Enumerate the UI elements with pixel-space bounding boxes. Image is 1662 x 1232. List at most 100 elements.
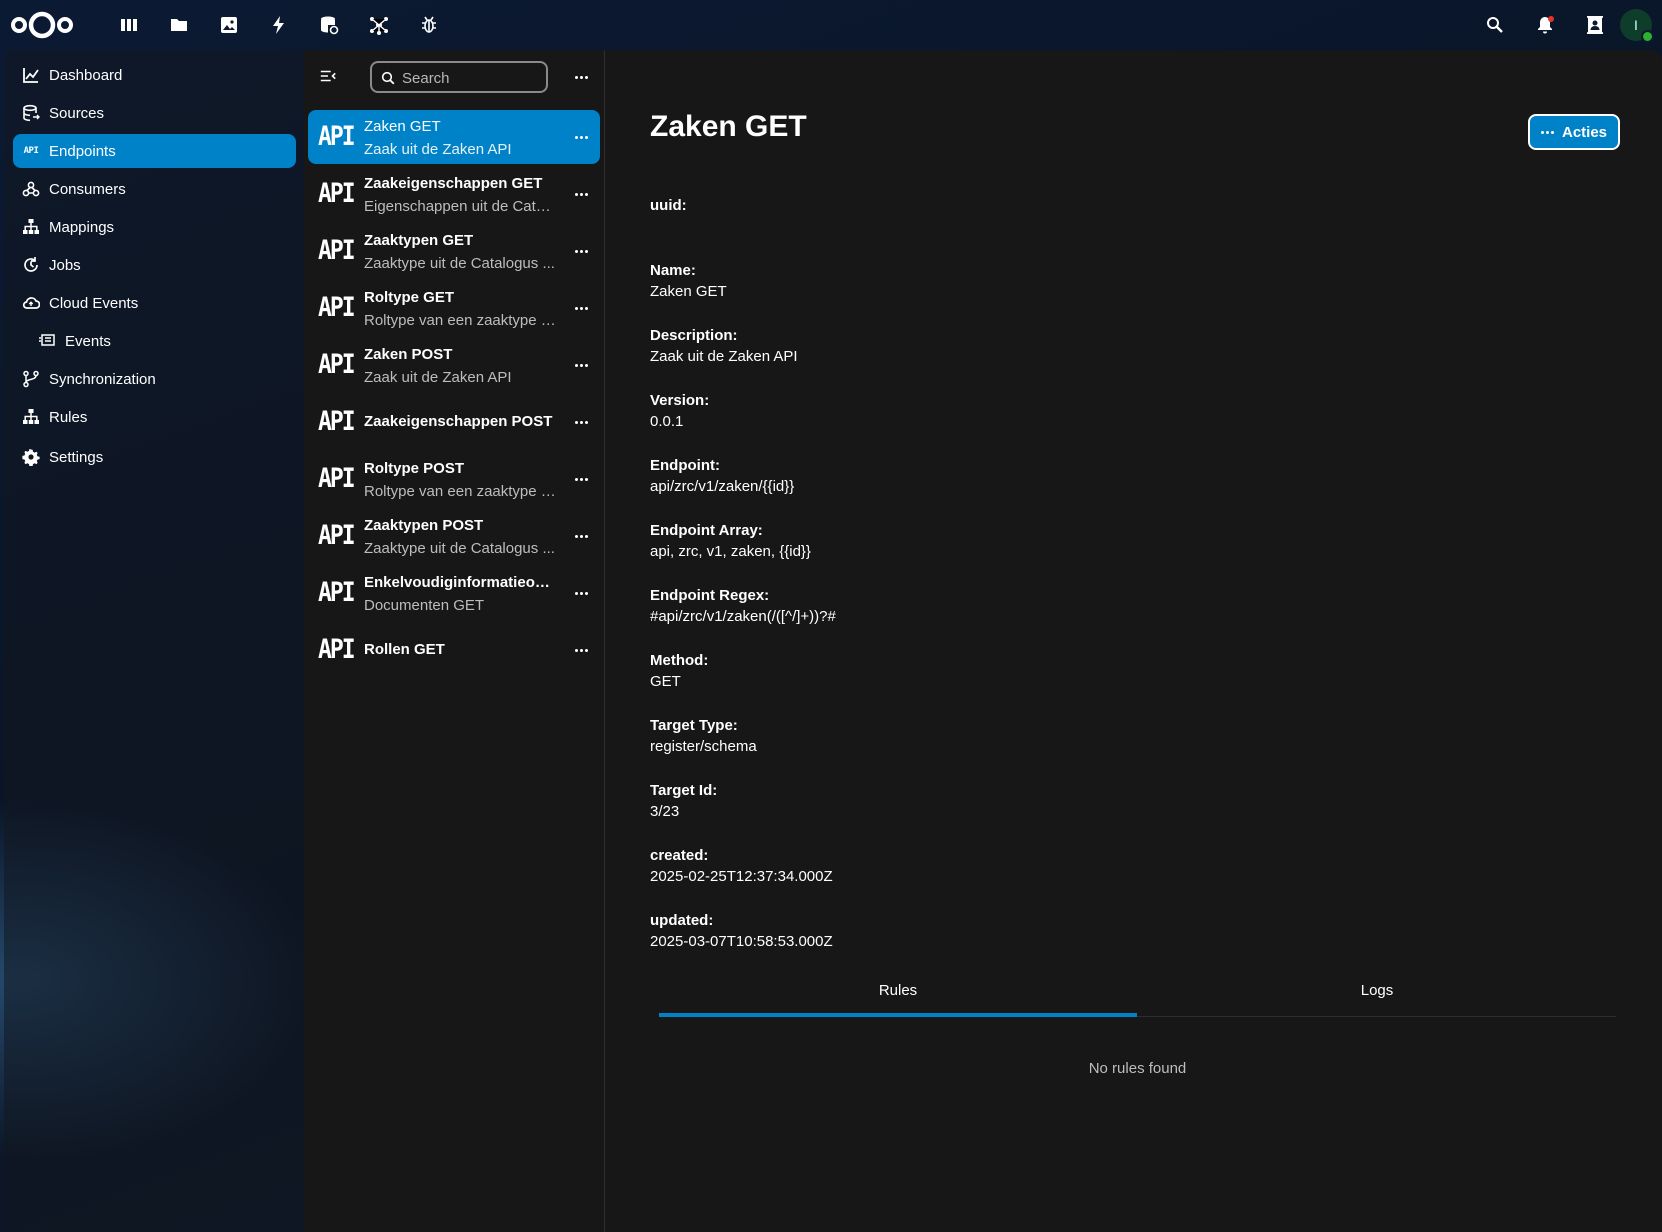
api-icon: API	[318, 293, 356, 323]
nav-label-consumers: Consumers	[49, 180, 126, 198]
search-field[interactable]	[370, 61, 548, 93]
more-horizontal-icon	[574, 420, 588, 424]
sitemap-icon	[21, 217, 41, 237]
list-options-button[interactable]	[570, 66, 592, 88]
nextcloud-logo[interactable]	[10, 9, 74, 41]
field-label: Endpoint:	[650, 457, 720, 474]
more-horizontal-icon	[574, 306, 588, 310]
list-item-endpoint[interactable]: API Rollen GET	[308, 623, 600, 677]
search-icon	[381, 71, 395, 85]
field-value: GET	[650, 673, 681, 690]
api-icon: API	[318, 635, 356, 665]
tab-logs[interactable]: Logs	[1138, 974, 1616, 1016]
list-item-endpoint[interactable]: API Roltype GET Roltype van een zaaktype…	[308, 281, 600, 335]
photos-app-icon[interactable]	[204, 0, 254, 50]
avatar-initial: I	[1634, 17, 1638, 33]
endpoint-subtitle: Zaak uit de Zaken API	[364, 369, 512, 386]
api-icon: API	[318, 122, 356, 152]
endpoint-subtitle: Zaak uit de Zaken API	[364, 141, 512, 158]
chart-icon	[21, 65, 41, 85]
database-app-icon[interactable]	[304, 0, 354, 50]
endpoint-title: Zaakeigenschappen POST	[364, 413, 553, 430]
api-icon: API	[318, 578, 356, 608]
list-item-endpoint[interactable]: API Roltype POST Roltype van een zaaktyp…	[308, 452, 600, 506]
nav-label-settings: Settings	[49, 448, 104, 466]
nav-item-settings[interactable]: Settings	[13, 440, 296, 474]
endpoint-actions-button[interactable]	[570, 126, 592, 148]
header-right: I	[1470, 0, 1662, 50]
nav-item-sources[interactable]: Sources	[13, 96, 296, 130]
field-value: 3/23	[650, 803, 680, 820]
endpoint-actions-button[interactable]	[570, 411, 592, 433]
nav-item-dashboard[interactable]: Dashboard	[13, 58, 296, 92]
dashboard-app-icon[interactable]	[104, 0, 154, 50]
field-label: Description:	[650, 327, 738, 344]
nav-item-synchronization[interactable]: Synchronization	[13, 362, 296, 396]
endpoint-actions-button[interactable]	[570, 525, 592, 547]
nav-item-cloud-events[interactable]: Cloud Events	[13, 286, 296, 320]
endpoint-actions-button[interactable]	[570, 240, 592, 262]
more-horizontal-icon	[574, 591, 588, 595]
api-icon: API	[318, 236, 356, 266]
tab-rules[interactable]: Rules	[659, 974, 1137, 1017]
nav-label-synchronization: Synchronization	[49, 370, 156, 388]
list-item-endpoint[interactable]: API Zaken GET Zaak uit de Zaken API	[308, 110, 600, 164]
api-icon: API	[318, 407, 356, 437]
nav-item-endpoints[interactable]: API Endpoints	[13, 134, 296, 168]
endpoint-actions-button[interactable]	[570, 582, 592, 604]
endpoint-actions-button[interactable]	[570, 297, 592, 319]
endpoint-subtitle: Zaaktype uit de Catalogus ...	[364, 540, 555, 557]
list-item-endpoint[interactable]: API Zaken POST Zaak uit de Zaken API	[308, 338, 600, 392]
actions-menu-button[interactable]: Acties	[1528, 114, 1620, 150]
field-value: 2025-03-07T10:58:53.000Z	[650, 933, 833, 950]
files-app-icon[interactable]	[154, 0, 204, 50]
user-avatar[interactable]: I	[1620, 9, 1654, 43]
nav-item-mappings[interactable]: Mappings	[13, 210, 296, 244]
field-label: updated:	[650, 912, 714, 929]
contacts-icon[interactable]	[1570, 0, 1620, 50]
search-input[interactable]	[400, 63, 544, 93]
nav-item-rules[interactable]: Rules	[13, 400, 296, 434]
field-endpoint-array: Endpoint Array: api, zrc, v1, zaken, {{id…	[650, 521, 1550, 586]
notification-badge	[1548, 16, 1554, 22]
nav-label-events: Events	[65, 332, 111, 350]
endpoint-actions-button[interactable]	[570, 468, 592, 490]
nav-item-consumers[interactable]: Consumers	[13, 172, 296, 206]
endpoint-title: Zaaktypen GET	[364, 232, 474, 249]
nav-item-jobs[interactable]: Jobs	[13, 248, 296, 282]
empty-state-message: No rules found	[1088, 1060, 1187, 1077]
api-icon: API	[318, 350, 356, 380]
list-item-endpoint[interactable]: API Zaaktypen POST Zaaktype uit de Catal…	[308, 509, 600, 563]
hub-app-icon[interactable]	[354, 0, 404, 50]
field-label: Version:	[650, 392, 710, 409]
activity-app-icon[interactable]	[254, 0, 304, 50]
field-name: Name: Zaken GET	[650, 261, 1550, 326]
bug-app-icon[interactable]	[404, 0, 454, 50]
endpoint-actions-button[interactable]	[570, 354, 592, 376]
list-item-endpoint[interactable]: API Zaaktypen GET Zaaktype uit de Catalo…	[308, 224, 600, 278]
field-label: Target Type:	[650, 717, 738, 734]
notifications-bell-icon[interactable]	[1520, 0, 1570, 50]
search-icon[interactable]	[1470, 0, 1520, 50]
field-value: 2025-02-25T12:37:34.000Z	[650, 868, 833, 885]
page-title: Zaken GET	[650, 110, 807, 143]
nav-item-events[interactable]: Events	[13, 324, 296, 358]
field-target-type: Target Type: register/schema	[650, 716, 1550, 781]
toggle-navigation-button[interactable]	[316, 64, 340, 88]
more-horizontal-icon	[574, 192, 588, 196]
endpoint-title: Zaken GET	[364, 118, 441, 135]
field-value: api/zrc/v1/zaken/{{id}}	[650, 478, 795, 495]
endpoint-actions-button[interactable]	[570, 183, 592, 205]
endpoint-actions-button[interactable]	[570, 639, 592, 661]
endpoint-title: Rollen GET	[364, 641, 445, 658]
webhook-icon	[21, 179, 41, 199]
list-item-endpoint[interactable]: API Zaakeigenschappen GET Eigenschappen …	[308, 167, 600, 221]
endpoint-list-column: API Zaken GET Zaak uit de Zaken API API …	[304, 50, 605, 1232]
endpoint-title: Zaaktypen POST	[364, 517, 484, 534]
endpoint-subtitle: Roltype van een zaaktype u...	[364, 483, 556, 500]
list-item-endpoint[interactable]: API Enkelvoudiginformatieobj... Document…	[308, 566, 600, 620]
field-label: Endpoint Array:	[650, 522, 763, 539]
list-item-endpoint[interactable]: API Zaakeigenschappen POST	[308, 395, 600, 449]
field-target-id: Target Id: 3/23	[650, 781, 1550, 846]
field-value: Zaak uit de Zaken API	[650, 348, 798, 365]
